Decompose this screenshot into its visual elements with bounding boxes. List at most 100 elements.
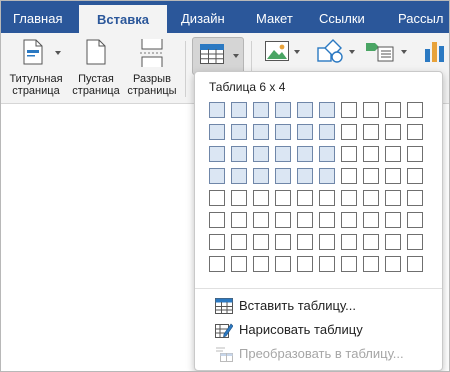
table-grid-cell[interactable] [231,168,247,184]
table-grid-cell[interactable] [319,124,335,140]
table-grid-cell[interactable] [231,102,247,118]
table-grid-cell[interactable] [275,168,291,184]
table-grid-cell[interactable] [253,146,269,162]
page-break-label-line2: страницы [127,85,177,97]
table-grid-cell[interactable] [231,124,247,140]
table-grid-cell[interactable] [253,102,269,118]
table-grid-cell[interactable] [231,146,247,162]
blank-page-label-line1: Пустая [78,73,114,85]
insert-table-label: Вставить таблицу... [239,298,356,313]
table-grid-cell[interactable] [253,256,269,272]
table-grid-cell[interactable] [297,234,313,250]
table-grid-cell[interactable] [253,234,269,250]
table-grid-cell[interactable] [231,256,247,272]
table-grid-cell[interactable] [231,190,247,206]
table-grid-cell[interactable] [385,190,401,206]
table-grid-cell[interactable] [385,212,401,228]
table-grid-cell[interactable] [341,124,357,140]
table-grid-cell[interactable] [363,190,379,206]
table-grid-cell[interactable] [319,212,335,228]
page-break-button[interactable]: Разрыв страницы [125,33,179,103]
table-grid-cell[interactable] [231,212,247,228]
table-grid-cell[interactable] [297,190,313,206]
table-grid-cell[interactable] [363,212,379,228]
table-grid-cell[interactable] [209,102,225,118]
chevron-down-icon [55,51,61,55]
chart-button[interactable] [415,33,449,73]
table-grid-cell[interactable] [319,146,335,162]
tab-home[interactable]: Главная [13,1,62,33]
table-grid-cell[interactable] [253,190,269,206]
table-grid-cell[interactable] [341,102,357,118]
table-grid-cell[interactable] [341,256,357,272]
table-grid-cell[interactable] [231,234,247,250]
table-grid-cell[interactable] [275,190,291,206]
tab-references[interactable]: Ссылки [319,1,365,33]
picture-icon [265,41,289,64]
table-grid-cell[interactable] [363,102,379,118]
table-grid-cell[interactable] [385,256,401,272]
table-grid-cell[interactable] [363,168,379,184]
table-grid-cell[interactable] [209,190,225,206]
table-grid-cell[interactable] [209,256,225,272]
table-grid-cell[interactable] [297,124,313,140]
table-grid-cell[interactable] [275,212,291,228]
picture-button[interactable] [259,33,305,73]
table-grid-cell[interactable] [319,190,335,206]
table-grid-cell[interactable] [341,190,357,206]
table-grid-cell[interactable] [253,168,269,184]
table-grid-cell[interactable] [407,102,423,118]
table-grid-cell[interactable] [341,212,357,228]
table-grid-cell[interactable] [297,212,313,228]
table-grid-cell[interactable] [385,234,401,250]
shapes-button[interactable] [311,33,357,73]
table-grid-cell[interactable] [407,190,423,206]
table-grid-cell[interactable] [363,146,379,162]
table-grid-cell[interactable] [407,256,423,272]
table-grid-cell[interactable] [319,256,335,272]
table-grid-cell[interactable] [319,234,335,250]
table-grid-cell[interactable] [209,234,225,250]
table-grid-cell[interactable] [385,146,401,162]
table-grid-cell[interactable] [385,124,401,140]
table-grid-cell[interactable] [319,168,335,184]
tab-design[interactable]: Дизайн [181,1,225,33]
table-grid-cell[interactable] [275,124,291,140]
table-grid-cell[interactable] [341,168,357,184]
table-grid-cell[interactable] [363,234,379,250]
table-grid-cell[interactable] [209,146,225,162]
table-grid-cell[interactable] [297,146,313,162]
table-grid-cell[interactable] [275,146,291,162]
blank-page-button[interactable]: Пустая страница [69,33,123,103]
table-grid-cell[interactable] [209,212,225,228]
table-grid-cell[interactable] [319,102,335,118]
table-grid-cell[interactable] [407,234,423,250]
table-grid-cell[interactable] [253,124,269,140]
table-grid-cell[interactable] [253,212,269,228]
table-grid-cell[interactable] [209,124,225,140]
table-grid-cell[interactable] [363,124,379,140]
table-grid-cell[interactable] [407,146,423,162]
cover-page-button[interactable]: Титульная страница [5,33,67,103]
table-grid-cell[interactable] [407,124,423,140]
table-grid-cell[interactable] [341,146,357,162]
table-button[interactable] [192,37,244,75]
table-grid-cell[interactable] [407,168,423,184]
table-grid-cell[interactable] [275,102,291,118]
table-grid-cell[interactable] [209,168,225,184]
table-grid-cell[interactable] [385,168,401,184]
word-window: Главная Вставка Дизайн Макет Ссылки Расс… [0,0,450,372]
table-grid-cell[interactable] [363,256,379,272]
table-grid-cell[interactable] [385,102,401,118]
smartart-button[interactable] [361,33,409,73]
table-grid-cell[interactable] [297,102,313,118]
tab-layout[interactable]: Макет [256,1,293,33]
table-grid-cell[interactable] [275,234,291,250]
tab-mailings[interactable]: Рассыл [398,1,443,33]
cover-page-icon [23,39,43,68]
table-grid-cell[interactable] [297,168,313,184]
table-grid-cell[interactable] [275,256,291,272]
table-grid-cell[interactable] [407,212,423,228]
table-grid-cell[interactable] [341,234,357,250]
table-grid-cell[interactable] [297,256,313,272]
